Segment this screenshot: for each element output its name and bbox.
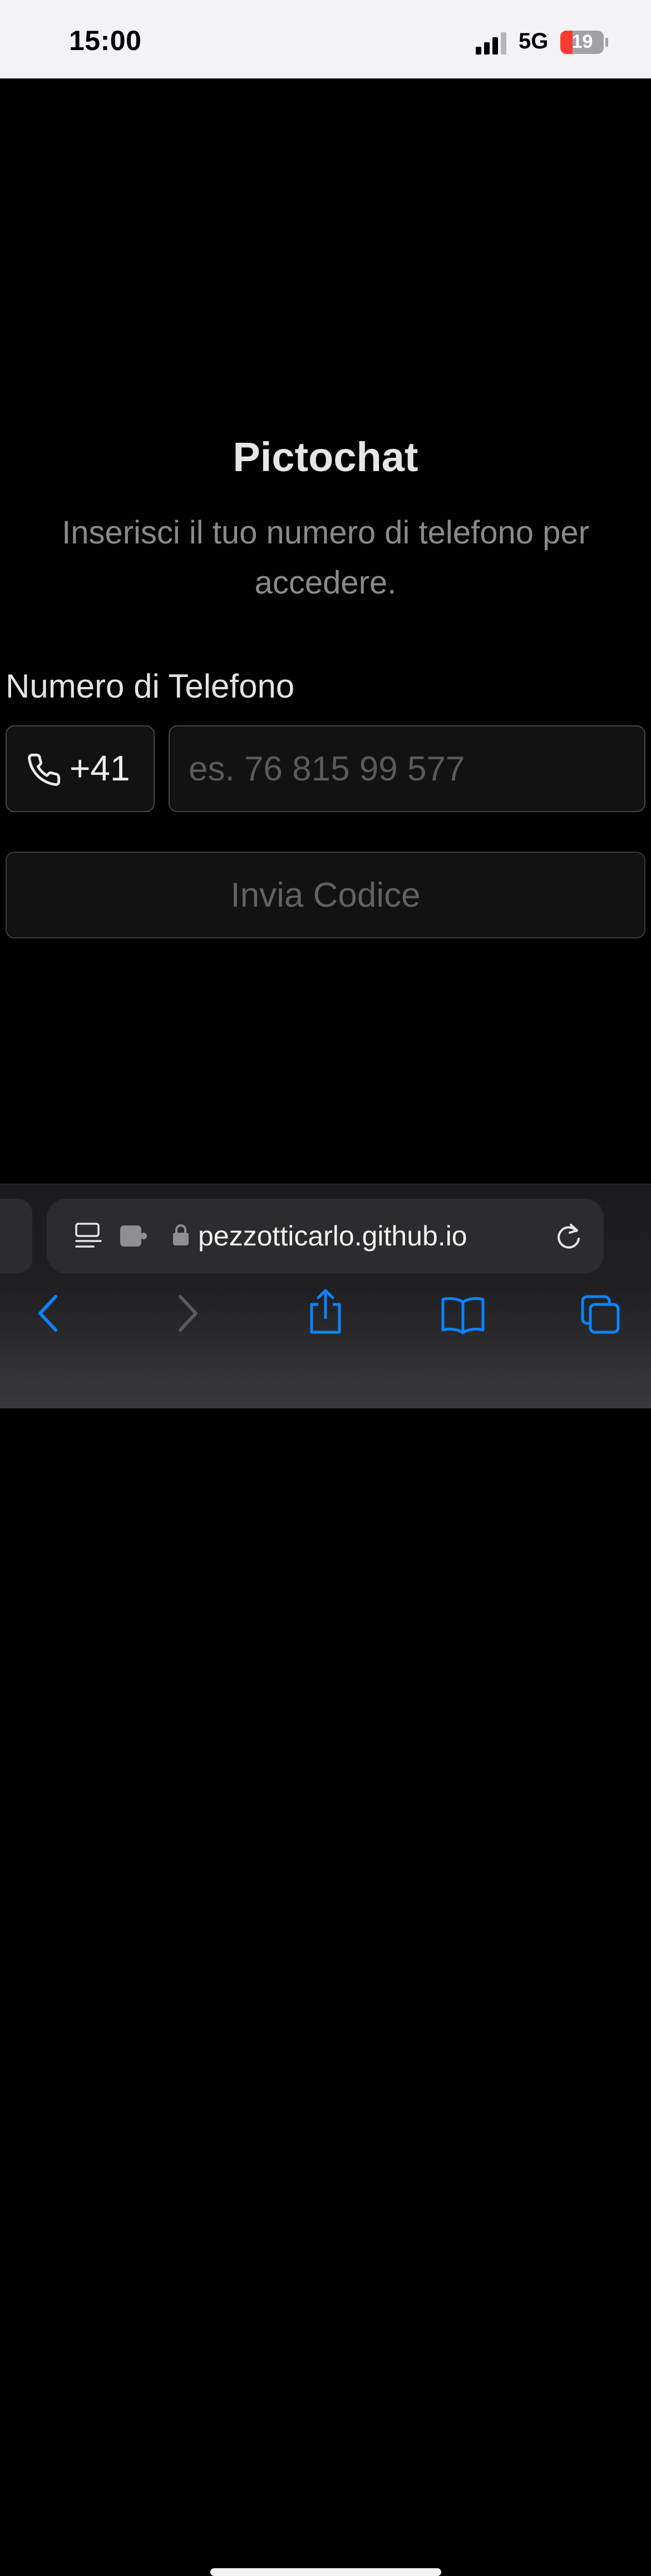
tabs-icon[interactable] [580,1294,620,1334]
battery-level: 19 [571,31,593,52]
phone-icon [28,753,61,786]
previous-tab-preview[interactable] [0,1199,32,1273]
phone-number-label: Numero di Telefono [6,668,295,705]
send-code-button[interactable]: Invia Codice [6,852,645,938]
status-time: 15:00 [69,25,142,56]
browser-toolbar: pezzotticarlo.github.io [0,1184,651,2576]
bookmarks-icon[interactable] [441,1296,485,1334]
home-indicator [210,2568,441,2576]
share-icon[interactable] [306,1288,345,1336]
reader-icon[interactable] [75,1222,102,1250]
lock-icon [173,1224,189,1245]
app-title: Pictochat [233,434,418,480]
url-text[interactable]: pezzotticarlo.github.io [198,1220,467,1252]
country-prefix: +41 [70,748,130,788]
address-bar[interactable]: pezzotticarlo.github.io [47,1199,604,1273]
network-type: 5G [519,29,549,53]
back-icon[interactable] [34,1291,62,1336]
forward-icon[interactable] [174,1291,201,1336]
country-prefix-selector[interactable]: +41 [6,725,155,812]
phone-number-input[interactable] [169,725,645,812]
reload-icon[interactable] [554,1222,583,1251]
login-screen: Pictochat Inserisci il tuo numero di tel… [0,78,651,1184]
signal-icon [476,32,506,55]
extension-icon[interactable] [119,1224,148,1248]
login-subtitle: Inserisci il tuo numero di telefono per … [62,515,589,601]
status-bar: 15:00 5G 19 [0,0,651,78]
